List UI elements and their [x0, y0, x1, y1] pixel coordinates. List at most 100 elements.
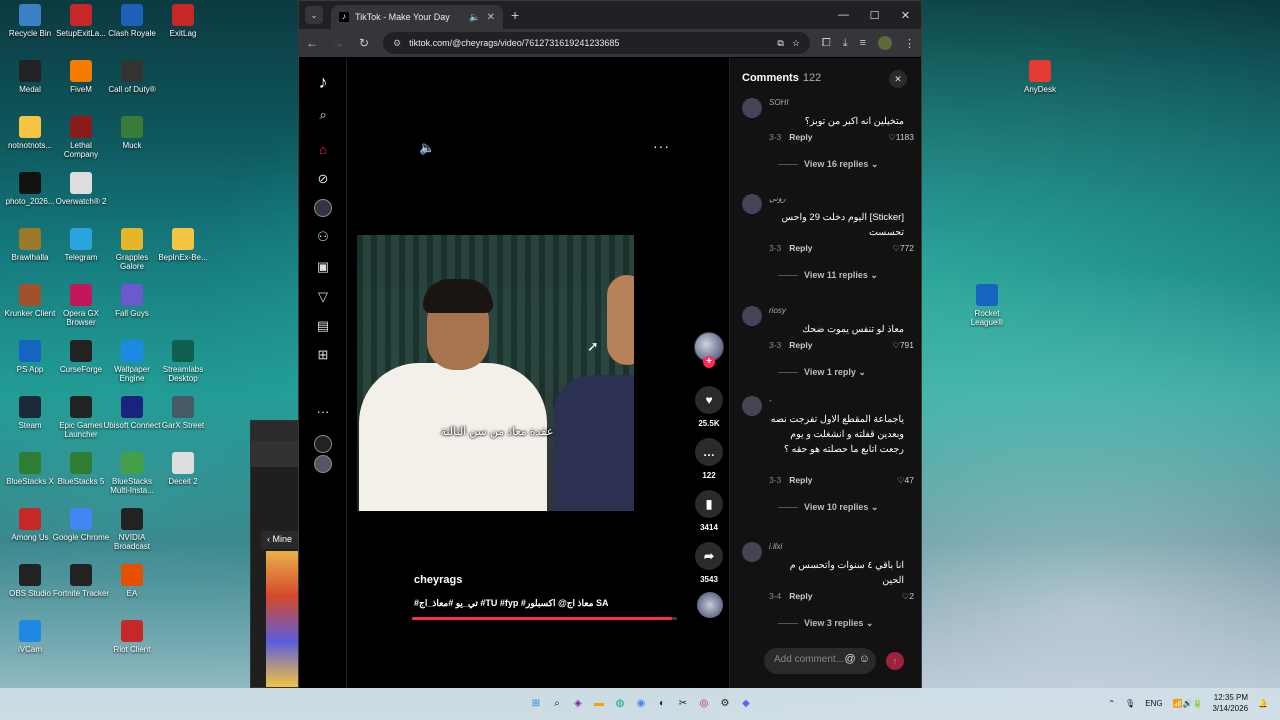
comment-button[interactable]: … 122: [691, 438, 727, 480]
desktop-icon[interactable]: Google Chrome: [52, 508, 110, 542]
comment-reply-button[interactable]: Reply: [789, 591, 812, 601]
start-icon[interactable]: ⊞: [528, 695, 544, 711]
desktop-icon[interactable]: BlueStacks 5: [52, 452, 110, 486]
video-description[interactable]: #تي_يو #معاذ_اج #TU #fyp #معاذ اج@ اكسبل…: [414, 598, 674, 609]
desktop-icon[interactable]: Recycle Bin: [1, 4, 59, 38]
opera-taskbar-icon[interactable]: ◎: [696, 695, 712, 711]
chrome-taskbar-icon[interactable]: ◉: [633, 695, 649, 711]
comment-like-button[interactable]: ♡791: [892, 340, 914, 351]
video-player[interactable]: 🔈 ··· عقدة معاذ من سن الثالثة ➚ + ♥ 25.5…: [347, 58, 767, 688]
tiktok-logo-icon[interactable]: ♪: [313, 72, 333, 92]
live-tv-icon[interactable]: ▣: [313, 257, 333, 277]
upload-icon[interactable]: ⊞: [313, 345, 333, 365]
heart-icon[interactable]: ♥: [695, 386, 723, 414]
comment-avatar[interactable]: [742, 306, 762, 326]
mention-emoji-icon[interactable]: @ ☺: [845, 653, 870, 665]
save-button[interactable]: ▮ 3414: [691, 490, 727, 532]
background-browser-window[interactable]: ‹ Mine: [250, 420, 301, 688]
view-replies-button[interactable]: View 16 replies ⌄: [778, 159, 878, 170]
desktop-icon[interactable]: Fortnite Tracker: [52, 564, 110, 598]
desktop-icon[interactable]: ExitLag: [154, 4, 212, 38]
show-hidden-icons-icon[interactable]: ⌃: [1108, 699, 1115, 708]
comment-reply-button[interactable]: Reply: [789, 475, 812, 485]
comment-reply-button[interactable]: Reply: [789, 340, 812, 350]
desktop-icon[interactable]: Among Us: [1, 508, 59, 542]
url-text[interactable]: tiktok.com/@cheyrags/video/7612731619241…: [409, 38, 769, 48]
desktop-icon[interactable]: Overwatch® 2: [52, 172, 110, 206]
messages-icon[interactable]: ▽: [313, 287, 333, 307]
menu-kebab-icon[interactable]: ⋮: [904, 37, 915, 50]
author-name[interactable]: cheyrags: [414, 574, 462, 586]
comment-username[interactable]: riosy: [769, 306, 786, 315]
desktop-icon[interactable]: Deceit 2: [154, 452, 212, 486]
desktop-icon[interactable]: Grapples Galore: [103, 228, 161, 271]
view-replies-button[interactable]: View 1 reply ⌄: [778, 367, 866, 378]
media-control-icon[interactable]: ≡: [860, 37, 866, 49]
comment-avatar[interactable]: [742, 194, 762, 214]
profile-icon[interactable]: [313, 434, 333, 454]
forward-button[interactable]: →: [331, 36, 345, 50]
music-disc-icon[interactable]: [697, 592, 723, 618]
like-button[interactable]: ♥ 25.5K: [691, 386, 727, 428]
comment-like-button[interactable]: ♡47: [897, 475, 914, 486]
desktop-icon[interactable]: Medal: [1, 60, 59, 94]
desktop-icon[interactable]: BlueStacks X: [1, 452, 59, 486]
video-progress-bar[interactable]: [412, 617, 677, 620]
desktop-icon[interactable]: Ubisoft Connect: [103, 396, 161, 430]
discord-taskbar-icon[interactable]: ◆: [738, 695, 754, 711]
reload-button[interactable]: ↻: [357, 36, 371, 50]
bookmark-star-icon[interactable]: ☆: [792, 38, 800, 49]
comment-avatar[interactable]: [742, 98, 762, 118]
profile-secondary-icon[interactable]: [313, 454, 333, 474]
desktop-icon[interactable]: Fall Guys: [103, 284, 161, 318]
more-icon[interactable]: ···: [313, 401, 333, 421]
tab-close-icon[interactable]: ✕: [487, 12, 495, 23]
comment-username[interactable]: روني: [769, 194, 786, 203]
desktop-icon[interactable]: BepInEx-Be...: [154, 228, 212, 262]
home-icon[interactable]: ⌂: [313, 139, 333, 159]
view-replies-button[interactable]: View 11 replies ⌄: [778, 270, 878, 281]
comment-username[interactable]: i.llxi: [769, 542, 782, 551]
desktop-icon[interactable]: Steam: [1, 396, 59, 430]
following-icon[interactable]: ⚇: [313, 227, 333, 247]
file-explorer-icon[interactable]: ▬: [591, 695, 607, 711]
comment-username[interactable]: -: [769, 396, 772, 405]
desktop-icon[interactable]: notnotnots...: [1, 116, 59, 150]
comment-avatar[interactable]: [742, 542, 762, 562]
comment-reply-button[interactable]: Reply: [789, 132, 812, 142]
search-taskbar-icon[interactable]: ⌕: [549, 695, 565, 711]
desktop-icon[interactable]: Opera GX Browser: [52, 284, 110, 327]
volume-icon[interactable]: 🔈: [419, 140, 435, 156]
background-item[interactable]: ‹ Mine: [261, 531, 301, 549]
maximize-button[interactable]: ☐: [859, 1, 890, 29]
desktop-icon[interactable]: Clash Royale: [103, 4, 161, 38]
settings-taskbar-icon[interactable]: ⚙: [717, 695, 733, 711]
desktop-icon[interactable]: Riot Client: [103, 620, 161, 654]
language-indicator[interactable]: ENG: [1145, 699, 1162, 708]
bookmark-icon[interactable]: ▮: [695, 490, 723, 518]
capcut-taskbar-icon[interactable]: ✂: [675, 695, 691, 711]
clock[interactable]: 12:35 PM 3/14/2026: [1212, 692, 1248, 714]
author-avatar-button[interactable]: +: [691, 332, 727, 368]
comment-username[interactable]: SOHI: [769, 98, 789, 107]
share-button[interactable]: ➦ 3543: [691, 542, 727, 584]
desktop-icon[interactable]: iVCam: [1, 620, 59, 654]
video-more-icon[interactable]: ···: [653, 138, 670, 154]
copilot-icon[interactable]: ◈: [570, 695, 586, 711]
live-avatar[interactable]: [313, 198, 333, 218]
close-window-button[interactable]: ✕: [890, 1, 921, 29]
desktop-icon[interactable]: Call of Duty®: [103, 60, 161, 94]
speaker-icon[interactable]: 🔈: [469, 12, 480, 23]
close-comments-icon[interactable]: ✕: [889, 70, 907, 88]
notifications-icon[interactable]: 🔔: [1258, 699, 1268, 708]
desktop-icon[interactable]: Brawlhalla: [1, 228, 59, 262]
comment-reply-button[interactable]: Reply: [789, 243, 812, 253]
view-replies-button[interactable]: View 10 replies ⌄: [778, 502, 878, 513]
omnibox[interactable]: ⚙ tiktok.com/@cheyrags/video/76127316192…: [383, 32, 810, 54]
desktop-icon[interactable]: OBS Studio: [1, 564, 59, 598]
follow-plus-icon[interactable]: +: [703, 356, 715, 368]
profile-avatar[interactable]: [878, 36, 892, 50]
video-frame[interactable]: عقدة معاذ من سن الثالثة: [357, 235, 634, 511]
comment-avatar[interactable]: [742, 396, 762, 416]
desktop-icon[interactable]: CurseForge: [52, 340, 110, 374]
